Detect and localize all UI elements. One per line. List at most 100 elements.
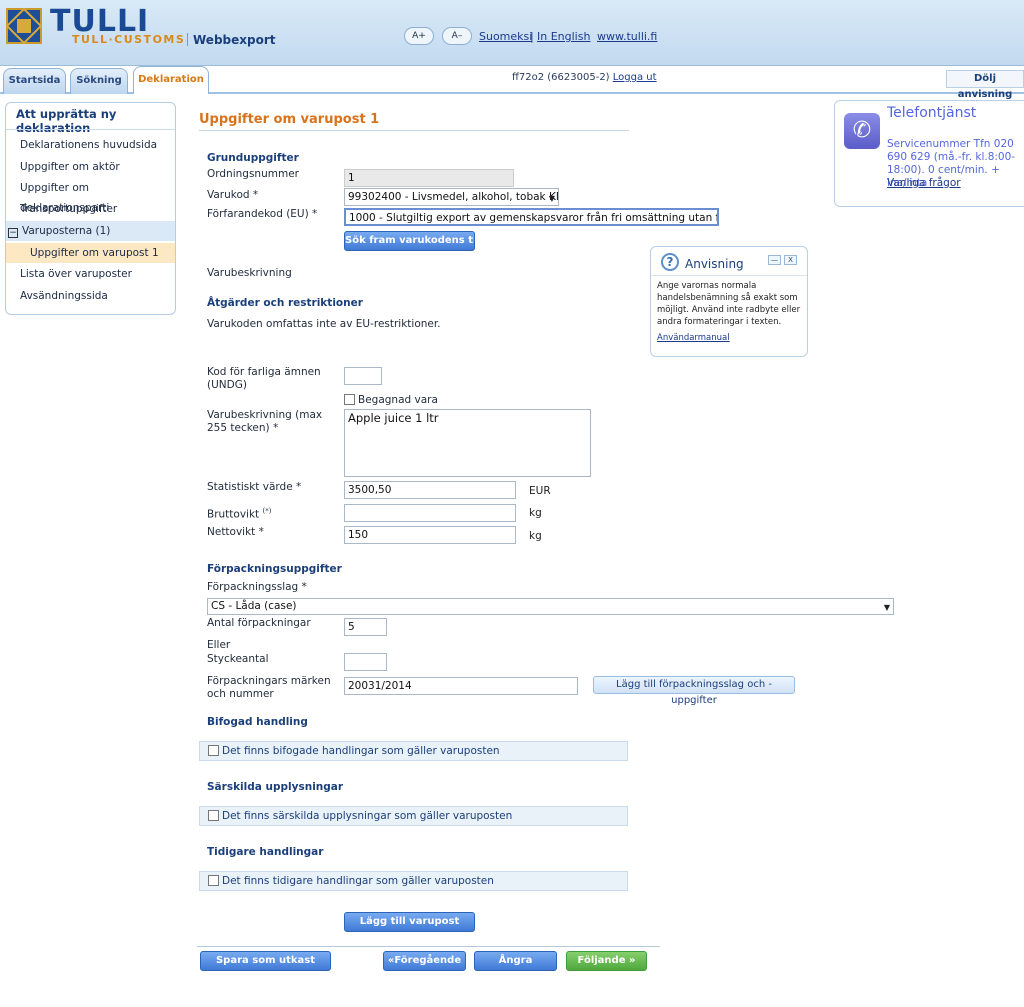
save-draft-button[interactable]: Spara som utkast: [200, 951, 331, 971]
pieces-input[interactable]: [344, 653, 387, 671]
gross-weight-text: Bruttovikt: [207, 508, 260, 521]
nav-item-main-page[interactable]: Deklarationens huvudsida: [6, 135, 175, 155]
or-label: Eller: [207, 639, 231, 651]
hint-panel-title: Anvisning: [685, 257, 744, 271]
attached-docs-row: Det finns bifogade handlingar som gäller…: [199, 741, 628, 761]
used-goods-row: Begagnad vara: [344, 394, 438, 407]
tab-deklaration[interactable]: Deklaration: [133, 66, 209, 94]
undg-label: Kod för farliga ämnen (UNDG): [207, 366, 321, 391]
tulli-site-link[interactable]: www.tulli.fi: [597, 30, 657, 43]
section-restrictions-heading: Åtgärder och restriktioner: [207, 297, 363, 309]
previous-docs-checkbox[interactable]: [208, 875, 219, 886]
lang-separator: |: [530, 30, 534, 43]
add-package-button[interactable]: Lägg till förpackningsslag och -uppgifte…: [593, 676, 795, 706]
package-count-input[interactable]: 5: [344, 618, 387, 636]
net-weight-unit: kg: [529, 530, 542, 542]
nav-group-goods-items[interactable]: − Varuposterna (1): [6, 221, 175, 241]
nav-item-send-page[interactable]: Avsändningssida: [6, 286, 175, 306]
faq-link[interactable]: Vanliga frågor: [887, 177, 961, 189]
user-id: ff72o2 (6623005-2): [512, 72, 610, 83]
section-basic-heading: Grunduppgifter: [207, 152, 299, 164]
used-goods-checkbox[interactable]: [344, 394, 355, 405]
package-type-label: Förpackningsslag *: [207, 581, 307, 593]
section-previous-heading: Tidigare handlingar: [207, 846, 324, 858]
procedure-value: 1000 - Slutgiltig export av gemenskapsva…: [349, 212, 719, 224]
close-icon[interactable]: X: [784, 255, 797, 265]
used-goods-label: Begagnad vara: [358, 394, 438, 406]
varubeskrivning-label: Varubeskrivning: [207, 267, 292, 279]
previous-button-label: Föregående: [394, 955, 462, 966]
varukod-select[interactable]: 99302400 - Livsmedel, alkohol, tobak KN ▼: [344, 188, 559, 206]
goods-desc-textarea[interactable]: Apple juice 1 ltr: [344, 409, 591, 477]
procedure-label: Förfarandekod (EU) *: [207, 208, 318, 220]
package-marks-input[interactable]: 20031/2014: [344, 677, 578, 695]
tab-startsida[interactable]: Startsida: [3, 68, 66, 94]
header: TULLI TULL·CUSTOMS Webbexport A+ A– Suom…: [0, 0, 1024, 66]
phone-panel-title: Telefontjänst: [887, 105, 977, 121]
next-button[interactable]: Följande »: [566, 951, 647, 971]
search-code-extension-button[interactable]: Sök fram varukodens tillägg: [344, 231, 475, 251]
hide-hint-button[interactable]: Dölj anvisning: [946, 70, 1024, 100]
special-info-row: Det finns särskilda upplysningar som gäl…: [199, 806, 628, 826]
lang-finnish-link[interactable]: Suomeksi: [479, 30, 532, 43]
left-nav-title: Att upprätta ny deklaration: [16, 107, 117, 135]
user-info: ff72o2 (6623005-2) Logga ut: [512, 72, 657, 83]
add-goods-item-button[interactable]: Lägg till varupost: [344, 912, 475, 932]
tab-sokning[interactable]: Sökning: [70, 68, 128, 94]
undo-button[interactable]: Ångra: [474, 951, 557, 971]
double-chevron-right-icon: »: [628, 955, 636, 966]
phone-service-panel: ✆ Telefontjänst Servicenummer Tfn 020 69…: [834, 100, 1024, 207]
collapse-toggle-icon[interactable]: −: [8, 228, 18, 238]
previous-docs-row: Det finns tidigare handlingar som gäller…: [199, 871, 628, 891]
tulli-logo: [5, 7, 43, 45]
varukod-value: 99302400 - Livsmedel, alkohol, tobak KN: [348, 191, 559, 203]
previous-docs-label: Det finns tidigare handlingar som gäller…: [222, 875, 494, 887]
varukod-label: Varukod *: [207, 189, 259, 201]
goods-desc-label: Varubeskrivning (max 255 tecken) *: [207, 409, 323, 434]
stat-value-unit: EUR: [529, 485, 551, 497]
procedure-select[interactable]: 1000 - Slutgiltig export av gemenskapsva…: [344, 208, 719, 226]
user-manual-link[interactable]: Användarmanual: [657, 333, 730, 343]
chevron-down-icon: ▼: [548, 194, 555, 203]
net-weight-label: Nettovikt *: [207, 526, 264, 538]
gross-weight-sup: (*): [262, 507, 272, 515]
stat-value-input[interactable]: 3500,50: [344, 481, 516, 499]
brand-separator: [187, 33, 188, 46]
nav-item-declaration-batch[interactable]: Uppgifter om deklarationsparti: [6, 178, 175, 214]
nav-item-goods-item-1[interactable]: Uppgifter om varupost 1: [6, 243, 175, 263]
lang-english-link[interactable]: In English: [537, 30, 590, 43]
left-nav: Att upprätta ny deklaration Deklaratione…: [5, 102, 176, 315]
gross-weight-input[interactable]: [344, 504, 516, 522]
chevron-down-icon: ▼: [883, 603, 890, 612]
attached-docs-checkbox[interactable]: [208, 745, 219, 756]
section-special-heading: Särskilda upplysningar: [207, 781, 344, 793]
next-button-label: Följande: [577, 955, 626, 966]
hint-panel-text: Ange varornas normala handelsbenämning s…: [657, 281, 801, 327]
previous-button[interactable]: «Föregående: [383, 951, 466, 971]
net-weight-input[interactable]: 150: [344, 526, 516, 544]
gross-weight-label: Bruttovikt (*): [207, 505, 271, 522]
brand-subtitle: TULL·CUSTOMS: [72, 33, 186, 46]
undg-input[interactable]: [344, 367, 382, 385]
nav-item-actor[interactable]: Uppgifter om aktör: [6, 157, 175, 177]
app-name: Webbexport: [193, 33, 276, 47]
font-decrease-button[interactable]: A–: [442, 27, 472, 45]
package-count-label: Antal förpackningar: [207, 617, 311, 629]
pieces-label: Styckeantal: [207, 653, 269, 665]
ordnr-field: 1: [344, 169, 514, 187]
nav-item-transport[interactable]: Transportuppgifter: [6, 199, 175, 219]
special-info-checkbox[interactable]: [208, 810, 219, 821]
gross-weight-unit: kg: [529, 507, 542, 519]
ordnr-label: Ordningsnummer: [207, 168, 299, 180]
restrictions-text: Varukoden omfattas inte av EU-restriktio…: [207, 318, 441, 330]
section-attached-heading: Bifogad handling: [207, 716, 308, 728]
nav-item-goods-list[interactable]: Lista över varuposter: [6, 264, 175, 284]
page-title: Uppgifter om varupost 1: [199, 112, 380, 127]
logout-link[interactable]: Logga ut: [613, 72, 657, 83]
nav-group-label: Varuposterna (1): [22, 225, 111, 237]
phone-icon: ✆: [844, 113, 880, 149]
package-type-select[interactable]: CS - Låda (case) ▼: [207, 598, 894, 615]
minimize-icon[interactable]: —: [768, 255, 781, 265]
special-info-label: Det finns särskilda upplysningar som gäl…: [222, 810, 513, 822]
font-increase-button[interactable]: A+: [404, 27, 434, 45]
